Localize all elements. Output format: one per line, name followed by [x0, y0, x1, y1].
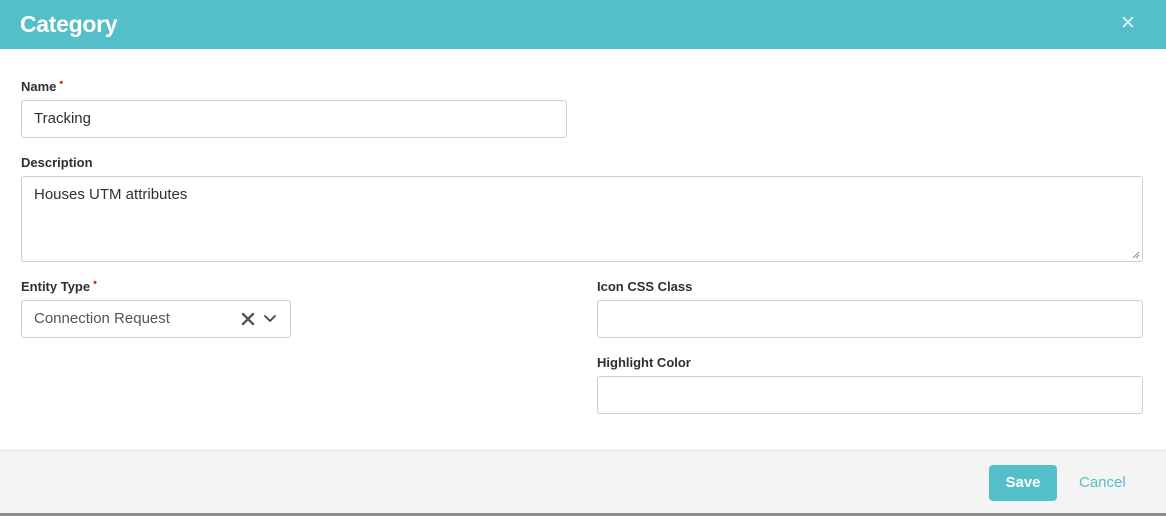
entity-type-label: Entity Type • [21, 277, 97, 294]
chevron-down-icon[interactable] [262, 311, 278, 327]
cancel-button[interactable]: Cancel [1079, 465, 1126, 501]
name-label: Name • [21, 77, 64, 94]
name-input[interactable]: Tracking [21, 100, 567, 138]
x-icon[interactable] [240, 310, 256, 328]
close-icon[interactable]: ✕ [1118, 12, 1138, 36]
category-dialog: Category ✕ Name • Tracking Description Ho… [0, 0, 1166, 516]
save-button[interactable]: Save [989, 465, 1057, 501]
entity-type-label-text: Entity Type [21, 279, 91, 294]
required-indicator: • [59, 77, 64, 89]
dialog-header: Category ✕ [0, 0, 1166, 49]
description-label: Description [21, 155, 93, 170]
description-textarea[interactable]: Houses UTM attributes [21, 176, 1143, 262]
name-label-text: Name [21, 79, 57, 94]
resize-handle-icon[interactable] [1132, 251, 1140, 259]
description-label-text: Description [21, 155, 93, 170]
highlight-color-label-text: Highlight Color [597, 355, 691, 370]
description-value: Houses UTM attributes [34, 186, 188, 203]
required-indicator: • [93, 277, 97, 289]
entity-type-value: Connection Request [34, 310, 170, 327]
name-input-value: Tracking [34, 110, 91, 127]
highlight-color-label: Highlight Color [597, 355, 691, 370]
entity-type-select[interactable]: Connection Request [21, 300, 291, 338]
icon-css-class-input[interactable] [597, 300, 1143, 338]
dialog-footer: Save Cancel [0, 450, 1166, 513]
icon-css-class-label: Icon CSS Class [597, 279, 692, 294]
dialog-title: Category [20, 11, 118, 37]
highlight-color-input[interactable] [597, 376, 1143, 414]
icon-css-class-label-text: Icon CSS Class [597, 279, 693, 294]
